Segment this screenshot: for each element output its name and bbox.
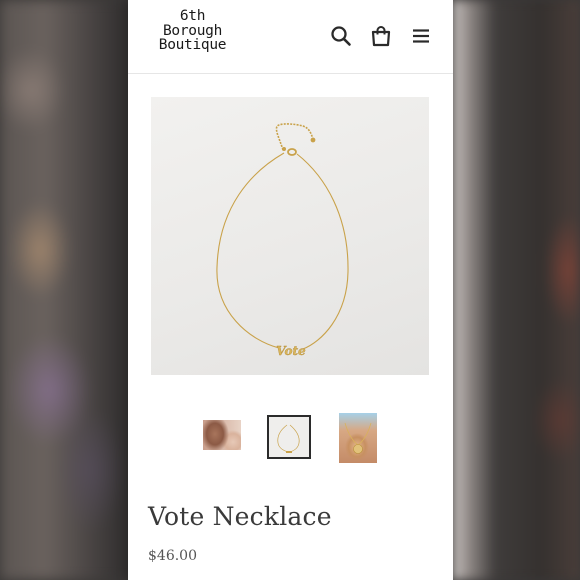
mobile-page: 6th Borough Boutique Vote Vote Necklace … (128, 0, 453, 580)
thumbnail-model-neck-closeup[interactable] (339, 413, 377, 463)
neck-closeup-image (344, 422, 372, 454)
product-price: $46.00 (148, 548, 197, 564)
thumbnail-model-wearing-necklace[interactable] (203, 420, 241, 450)
shopping-bag-icon (371, 26, 391, 47)
pendant-text: Vote (276, 344, 306, 358)
cart-button[interactable] (368, 23, 394, 49)
thumbnail-strip (128, 413, 453, 463)
hamburger-menu-icon (413, 29, 429, 43)
logo-line-3: Boutique (158, 37, 227, 53)
blurred-backdrop-left (0, 0, 128, 580)
search-icon (331, 26, 351, 46)
store-logo[interactable]: 6th Borough Boutique (150, 9, 235, 53)
menu-button[interactable] (408, 23, 434, 49)
site-header: 6th Borough Boutique (128, 0, 453, 74)
product-title: Vote Necklace (148, 502, 332, 531)
necklace-thumbnail-image (277, 424, 300, 453)
product-main-image[interactable]: Vote (151, 97, 429, 375)
necklace-photo: Vote (216, 123, 349, 358)
thumbnail-necklace-flat-lay[interactable] (267, 415, 311, 459)
logo-line-2: Borough (162, 22, 222, 39)
search-button[interactable] (328, 23, 354, 49)
blurred-backdrop-right (450, 0, 580, 580)
logo-line-1: 6th (179, 8, 206, 24)
